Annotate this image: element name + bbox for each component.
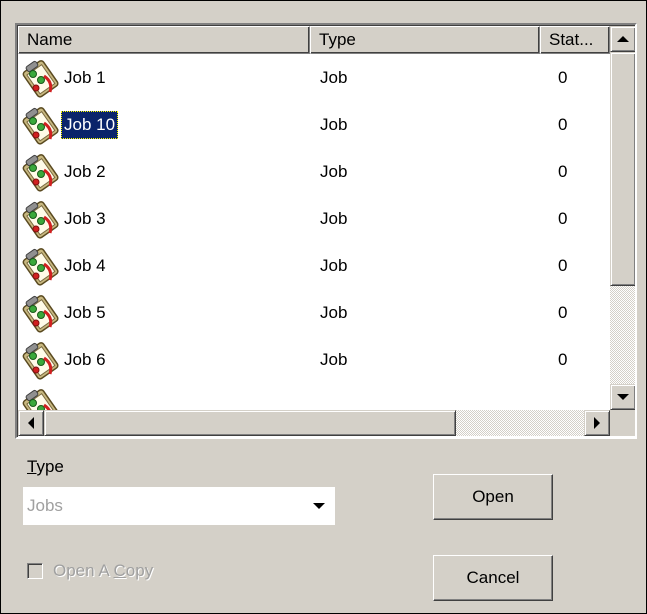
list-item[interactable]: Job 2 Job 0 xyxy=(18,148,610,195)
open-a-copy-label: Open A Copy xyxy=(53,561,154,580)
job-status: 0 xyxy=(558,115,568,134)
job-name-cell: Job 4 xyxy=(20,246,109,286)
job-clipboard-icon xyxy=(20,246,60,286)
job-name-cell: Job 1 xyxy=(20,58,109,98)
cancel-button[interactable]: Cancel xyxy=(433,555,553,601)
list-item[interactable]: Job 6 Job 0 xyxy=(18,336,610,383)
scroll-down-button[interactable] xyxy=(610,384,635,410)
open-button[interactable]: Open xyxy=(433,474,553,520)
job-type: Job xyxy=(320,303,348,322)
list-item[interactable]: Job 3 Job 0 xyxy=(18,195,610,242)
open-job-dialog: Name Type Stat... Job 1 Job 0 Job 10 Job 0 Job… xyxy=(0,0,647,614)
job-status: 0 xyxy=(558,350,568,369)
list-item[interactable]: Job 4 Job 0 xyxy=(18,242,610,289)
job-name-cell: Job 3 xyxy=(20,199,109,239)
chevron-down-icon xyxy=(313,503,325,509)
job-name-cell: Job 2 xyxy=(20,152,109,192)
job-type: Job xyxy=(320,162,348,181)
job-rows: Job 1 Job 0 Job 10 Job 0 Job 2 Job 0 Job 3 Job 0 Job… xyxy=(18,54,610,430)
job-name-cell: Job 5 xyxy=(20,293,109,333)
arrow-up-icon xyxy=(617,36,629,42)
vertical-scrollbar[interactable] xyxy=(610,26,635,410)
job-clipboard-icon xyxy=(20,199,60,239)
job-name: Job 2 xyxy=(64,162,106,181)
job-status: 0 xyxy=(558,256,568,275)
job-status: 0 xyxy=(558,162,568,181)
arrow-left-icon xyxy=(28,417,34,429)
type-dropdown[interactable]: Jobs xyxy=(23,487,335,525)
arrow-right-icon xyxy=(594,417,600,429)
scrollbar-corner xyxy=(610,410,635,436)
job-name: Job 3 xyxy=(64,209,106,228)
horizontal-scrollbar[interactable] xyxy=(18,410,610,436)
job-clipboard-icon xyxy=(20,340,60,380)
list-item[interactable]: Job 1 Job 0 xyxy=(18,54,610,101)
job-type: Job xyxy=(320,350,348,369)
type-label: Type xyxy=(27,457,64,476)
job-type: Job xyxy=(320,115,348,134)
scroll-up-button[interactable] xyxy=(610,26,635,52)
vertical-scroll-thumb[interactable] xyxy=(610,52,635,286)
open-a-copy-checkbox[interactable] xyxy=(27,563,43,579)
job-type: Job xyxy=(320,68,348,87)
column-header-name[interactable]: Name xyxy=(18,26,310,54)
job-status: 0 xyxy=(558,209,568,228)
open-a-copy-option[interactable]: Open A Copy xyxy=(27,561,153,581)
job-name: Job 1 xyxy=(64,68,106,87)
job-clipboard-icon xyxy=(20,152,60,192)
list-item[interactable]: Job 10 Job 0 xyxy=(18,101,610,148)
job-name: Job 5 xyxy=(64,303,106,322)
job-clipboard-icon xyxy=(20,105,60,145)
job-list-view[interactable]: Name Type Stat... Job 1 Job 0 Job 10 Job 0 Job… xyxy=(15,23,637,439)
job-type: Job xyxy=(320,209,348,228)
horizontal-scroll-thumb[interactable] xyxy=(44,410,456,436)
column-header-type[interactable]: Type xyxy=(310,26,540,54)
job-name: Job 10 xyxy=(61,111,119,139)
job-name-cell: Job 6 xyxy=(20,340,109,380)
job-status: 0 xyxy=(558,68,568,87)
list-item[interactable]: Job 5 Job 0 xyxy=(18,289,610,336)
job-name-cell: Job 10 xyxy=(20,105,119,145)
column-header-status[interactable]: Stat... xyxy=(540,26,610,54)
type-dropdown-value: Jobs xyxy=(27,496,63,515)
job-name: Job 4 xyxy=(64,256,106,275)
list-header: Name Type Stat... xyxy=(18,26,610,54)
job-status: 0 xyxy=(558,303,568,322)
scroll-right-button[interactable] xyxy=(584,410,610,436)
arrow-down-icon xyxy=(617,394,629,400)
job-name: Job 6 xyxy=(64,350,106,369)
job-clipboard-icon xyxy=(20,58,60,98)
job-clipboard-icon xyxy=(20,293,60,333)
job-type: Job xyxy=(320,256,348,275)
scroll-left-button[interactable] xyxy=(18,410,44,436)
